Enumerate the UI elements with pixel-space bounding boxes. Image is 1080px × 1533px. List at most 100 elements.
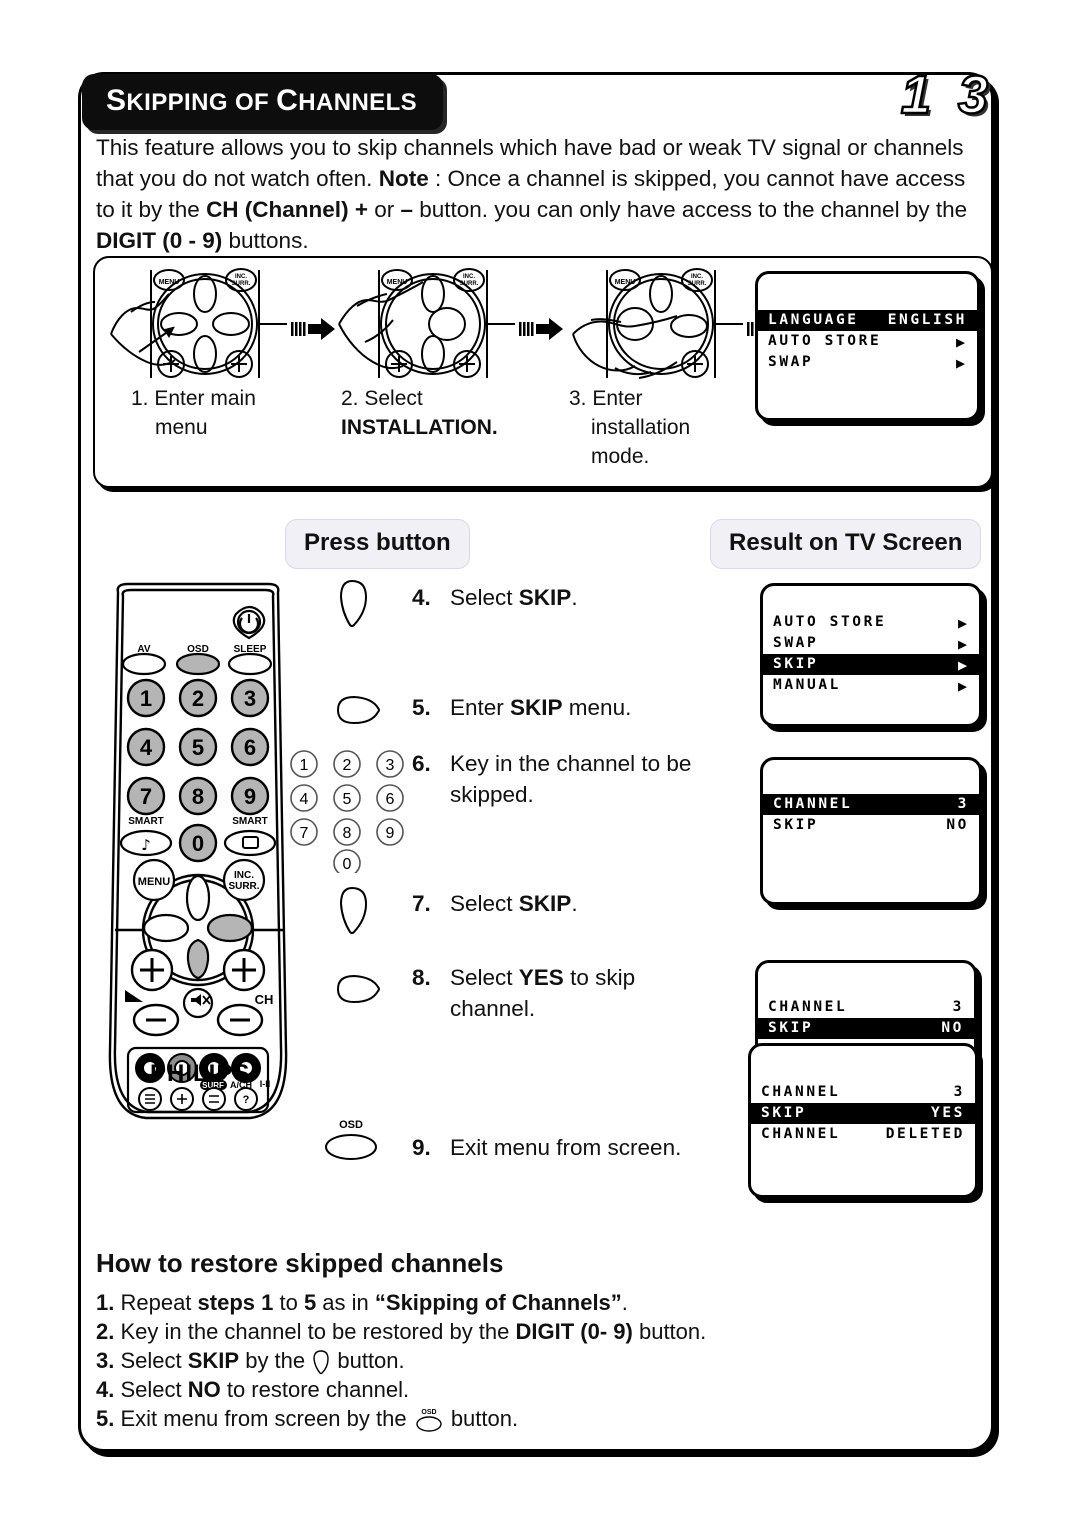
tv-row-label: CHANNEL [773,796,853,812]
tv-row-label: CHANNEL [761,1126,841,1142]
tv-menu-row: CHANNEL 3 [758,997,974,1018]
restore-4-c: to restore channel. [220,1377,410,1402]
restore-1-e: . [621,1290,628,1315]
svg-text:SURR.: SURR. [232,281,251,287]
tv-row-label: AUTO STORE [773,614,887,630]
svg-text:♪: ♪ [141,836,151,854]
right-arrow-icon: ▶ [955,333,965,351]
svg-text:INC.: INC. [235,274,247,280]
tv-screen-skip-menu: AUTO STORE ▶ SWAP ▶ SKIP ▶ MANUAL ▶ [760,583,982,727]
svg-text:7: 7 [140,784,152,809]
remote-brand-label: PHILIPS [150,1060,251,1087]
step-7-number: 7. [412,891,431,916]
intro-ch-label: CH (Channel) [206,197,349,222]
svg-text:SMART: SMART [232,816,268,827]
step-9-text: Exit menu from screen. [450,1132,681,1163]
tv-row-value: DELETED [885,1126,965,1142]
right-arrow-icon: ▶ [957,635,967,653]
svg-text:MENU: MENU [138,876,170,888]
restore-2-c: button. [632,1319,707,1344]
step-3-line3: mode. [591,445,650,468]
restore-2-b1: DIGIT (0- 9) [515,1319,633,1344]
svg-text:MENU: MENU [159,279,180,286]
restore-1-c: to [273,1290,304,1315]
hand-pressing-up-illustration: MENU INC. SURR. [337,264,517,384]
tv-menu-row: SWAP ▶ [763,633,979,654]
tv-menu-row: AUTO STORE ▶ [763,612,979,633]
step-8-bold: YES [518,965,564,990]
step-8-pre: Select [450,965,519,990]
step-5-text: Enter SKIP menu. [450,692,631,723]
svg-text:4: 4 [300,791,309,808]
step-5-post: menu. [562,695,632,720]
step-panel-1: MENU INC. SURR. 1. Enter main menu [109,264,289,442]
intro-part4: or [367,197,401,222]
step-5-icon-cursor-right [324,693,382,727]
step-7-icon-cursor-down [330,885,374,935]
page-number: 1 3 [900,65,994,125]
tv-row-label: SKIP [761,1105,807,1121]
column-header-press-button: Press button [285,519,470,569]
svg-text:2: 2 [343,757,352,774]
step-panel-2: MENU INC. SURR. 2. Select INSTALLATION. [337,264,517,442]
restore-5-a: Exit menu from screen by the [114,1406,413,1431]
svg-text:8: 8 [192,784,204,809]
restore-item-4: 4. Select NO to restore channel. [96,1375,946,1404]
step-9-pre: Exit menu from screen. [450,1135,682,1160]
intro-digit-label: DIGIT (0 - 9) [96,228,223,253]
restore-item-3: 3. Select SKIP by the button. [96,1346,946,1375]
restore-2-num: 2. [96,1319,115,1344]
step-2-line1: Select [364,387,423,410]
step-7-post: . [571,891,578,916]
svg-text:9: 9 [386,825,395,842]
step-6-number: 6. [412,751,431,776]
tv-screen-channel-menu: CHANNEL 3 SKIP NO [760,757,982,905]
restore-4-b1: NO [187,1377,221,1402]
restore-1-a: Repeat [114,1290,198,1315]
svg-text:3: 3 [244,686,256,711]
svg-text:SURR.: SURR. [228,881,259,892]
svg-text:3: 3 [386,757,395,774]
step-3-num: 3. [569,387,587,410]
restore-4-a: Select [114,1377,188,1402]
right-arrow-icon: ▶ [957,614,967,632]
remote-control-illustration: AV OSD SLEEP 123 456 789 0 SMART SMART ♪… [98,580,298,1125]
step-panel-3-caption: 3. Enter installation mode. [565,384,745,471]
hand-pressing-right-illustration: MENU INC. SURR. [565,264,745,384]
restore-5-num: 5. [96,1406,115,1431]
page-title-initial: S [106,84,127,117]
step-4-icon-cursor-down [330,578,374,628]
intro-paragraph: This feature allows you to skip channels… [96,132,976,256]
tv-screen-skip-yes-menu: CHANNEL 3 SKIP YES CHANNEL DELETED [748,1043,978,1198]
svg-text:SURR.: SURR. [688,281,707,287]
step-8-number: 8. [412,965,431,990]
right-arrow-icon: ▶ [955,354,965,372]
svg-text:2: 2 [192,686,204,711]
intro-note-label: Note [378,166,429,191]
svg-text:INC.: INC. [234,870,254,881]
step-4-pre: Select [450,585,519,610]
svg-text:CH: CH [255,992,274,1007]
svg-text:0: 0 [343,856,352,873]
svg-text:OSD: OSD [339,1119,363,1131]
restore-1-b3: “Skipping of Channels” [374,1290,622,1315]
tv-row-label: LANGUAGE [768,312,859,328]
step-3-line2: installation [591,416,691,439]
restore-heading: How to restore skipped channels [96,1248,504,1278]
page-title-initial-2: C [276,84,299,117]
tv-row-value: ENGLISH [887,312,967,328]
restore-item-5: 5. Exit menu from screen by the OSD butt… [96,1404,946,1433]
step-7-text: Select SKIP. [450,888,578,919]
svg-text:4: 4 [140,735,153,760]
tv-row-value: NO [941,1020,964,1036]
cursor-down-icon [311,1349,331,1375]
restore-3-a: Select [114,1348,188,1373]
restore-3-c: by the [239,1348,312,1373]
svg-text:5: 5 [343,791,352,808]
tv-row-label: CHANNEL [768,999,848,1015]
svg-text:5: 5 [192,735,204,760]
step-3-line1: Enter [592,387,643,410]
tv-menu-row-selected: CHANNEL 3 [763,794,979,815]
step-4-bold: SKIP [518,585,572,610]
svg-text:1: 1 [140,686,152,711]
